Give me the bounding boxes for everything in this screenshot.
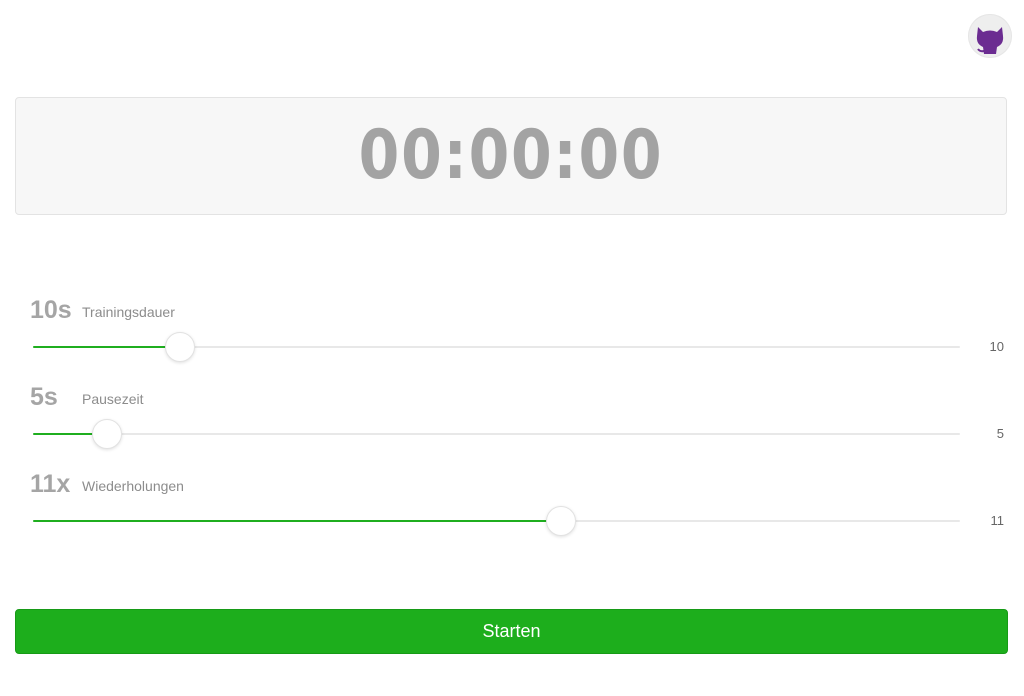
repetitions-slider[interactable] bbox=[33, 520, 960, 522]
pause-time-value: 5s bbox=[30, 383, 58, 411]
repetitions-label: Wiederholungen bbox=[82, 478, 184, 494]
setting-training-duration: 10s Trainingsdauer 10 bbox=[30, 296, 1010, 376]
training-duration-number: 10 bbox=[989, 339, 1004, 354]
training-duration-thumb[interactable] bbox=[165, 332, 195, 362]
training-duration-label: Trainingsdauer bbox=[82, 304, 175, 320]
pause-time-thumb[interactable] bbox=[92, 419, 122, 449]
setting-repetitions: 11x Wiederholungen 11 bbox=[30, 470, 1010, 550]
training-duration-fill bbox=[33, 346, 183, 348]
pause-time-slider[interactable] bbox=[33, 433, 960, 435]
pause-time-label: Pausezeit bbox=[82, 391, 144, 407]
octocat-icon bbox=[976, 27, 1004, 54]
training-duration-value: 10s bbox=[30, 296, 72, 324]
setting-pause-time: 5s Pausezeit 5 bbox=[30, 383, 1010, 463]
start-button[interactable]: Starten bbox=[15, 609, 1008, 654]
pause-time-number: 5 bbox=[996, 426, 1004, 441]
repetitions-fill bbox=[33, 520, 561, 522]
repetitions-thumb[interactable] bbox=[546, 506, 576, 536]
timer-display: 00:00:00 bbox=[15, 97, 1007, 215]
timer-text: 00:00:00 bbox=[358, 116, 664, 195]
github-avatar[interactable] bbox=[968, 14, 1012, 58]
repetitions-value: 11x bbox=[30, 470, 71, 498]
repetitions-number: 11 bbox=[990, 513, 1005, 528]
